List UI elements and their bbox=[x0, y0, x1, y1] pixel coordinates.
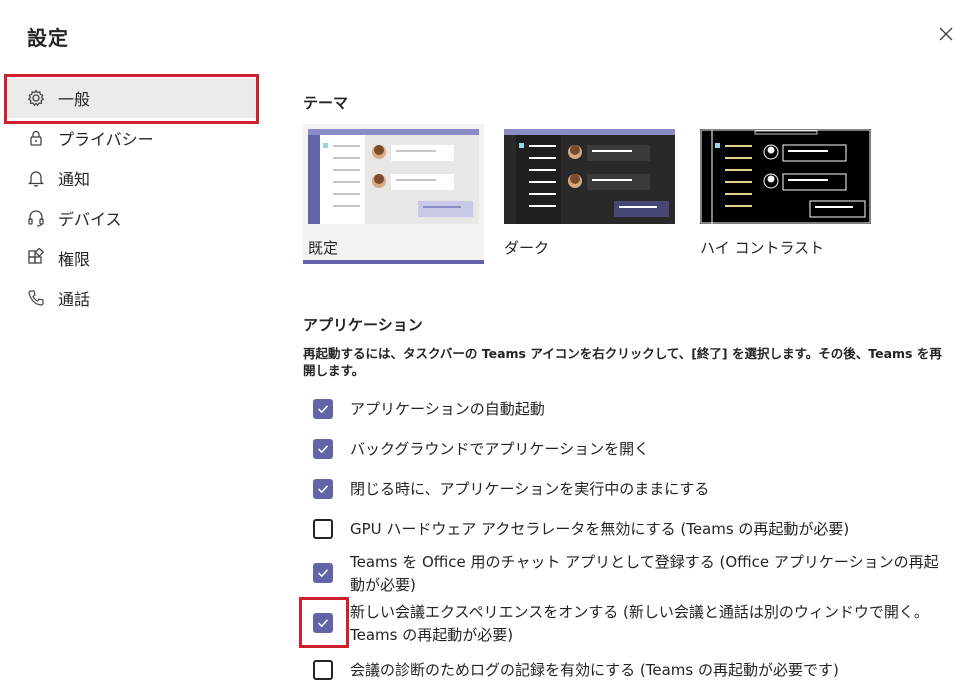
nav-item-label: デバイス bbox=[58, 210, 122, 229]
nav-item-devices[interactable]: デバイス bbox=[0, 198, 262, 238]
theme-label: 既定 bbox=[308, 239, 339, 257]
restart-description: 再起動するには、タスクバーの Teams アイコンを右クリックして、[終了] を… bbox=[303, 346, 942, 378]
nav-item-label: 一般 bbox=[58, 90, 91, 109]
check-icon bbox=[317, 445, 329, 454]
option-office-chat-app[interactable]: Teams を Office 用のチャット アプリとして登録する (Office… bbox=[313, 551, 950, 597]
option-label: アプリケーションの自動起動 bbox=[350, 400, 545, 418]
theme-heading: テーマ bbox=[303, 94, 349, 112]
option-keep-running[interactable]: 閉じる時に、アプリケーションを実行中のままにする bbox=[313, 478, 950, 501]
option-label: バックグラウンドでアプリケーションを開く bbox=[350, 440, 650, 458]
checkbox-checked[interactable] bbox=[313, 439, 333, 459]
theme-high-contrast[interactable]: ハイ コントラスト bbox=[695, 124, 876, 264]
theme-options: 既定 ダーク ハイ コントラスト bbox=[303, 124, 891, 264]
nav-item-general[interactable]: 一般 bbox=[6, 78, 258, 118]
theme-contrast-preview bbox=[700, 129, 871, 224]
option-label: GPU ハードウェア アクセラレータを無効にする (Teams の再起動が必要) bbox=[350, 520, 850, 538]
checkbox-checked[interactable] bbox=[313, 399, 333, 419]
option-open-background[interactable]: バックグラウンドでアプリケーションを開く bbox=[313, 438, 950, 461]
theme-dark[interactable]: ダーク bbox=[499, 124, 680, 264]
option-label: 新しい会議エクスペリエンスをオンする (新しい会議と通話は別のウィンドウで開く。… bbox=[350, 603, 929, 644]
theme-default[interactable]: 既定 bbox=[303, 124, 484, 264]
checkbox-checked[interactable] bbox=[313, 479, 333, 499]
lock-icon bbox=[26, 128, 46, 148]
nav-item-label: 権限 bbox=[58, 250, 91, 269]
nav-item-label: 通知 bbox=[58, 170, 91, 189]
theme-default-preview bbox=[308, 129, 479, 224]
theme-dark-preview bbox=[504, 129, 675, 224]
nav-item-privacy[interactable]: プライバシー bbox=[0, 118, 262, 158]
option-meeting-logging[interactable]: 会議の診断のためログの記録を有効にする (Teams の再起動が必要です) bbox=[313, 659, 950, 682]
apps-icon bbox=[26, 248, 46, 268]
check-icon bbox=[317, 569, 329, 578]
check-icon bbox=[317, 619, 329, 628]
option-label: 会議の診断のためログの記録を有効にする (Teams の再起動が必要です) bbox=[350, 661, 839, 679]
checkbox-checked[interactable] bbox=[313, 613, 333, 633]
nav-item-permissions[interactable]: 権限 bbox=[0, 238, 262, 278]
nav-item-calls[interactable]: 通話 bbox=[0, 278, 262, 318]
bell-icon bbox=[26, 168, 46, 188]
checkbox-unchecked[interactable] bbox=[313, 519, 333, 539]
theme-label: ダーク bbox=[504, 239, 550, 257]
theme-label: ハイ コントラスト bbox=[700, 239, 825, 257]
settings-nav: 一般 プライバシー 通知 デバイス 権限 通話 bbox=[0, 78, 262, 318]
headset-icon bbox=[26, 208, 46, 228]
option-label: Teams を Office 用のチャット アプリとして登録する (Office… bbox=[350, 553, 939, 594]
nav-item-label: プライバシー bbox=[58, 130, 154, 149]
nav-item-label: 通話 bbox=[58, 290, 91, 309]
option-disable-gpu[interactable]: GPU ハードウェア アクセラレータを無効にする (Teams の再起動が必要) bbox=[313, 518, 950, 541]
phone-icon bbox=[26, 288, 46, 308]
settings-title: 設定 bbox=[27, 26, 69, 50]
option-auto-start[interactable]: アプリケーションの自動起動 bbox=[313, 398, 950, 421]
close-icon[interactable] bbox=[936, 24, 956, 44]
checkbox-checked[interactable] bbox=[313, 563, 333, 583]
check-icon bbox=[317, 405, 329, 414]
gear-icon bbox=[26, 88, 46, 108]
option-label: 閉じる時に、アプリケーションを実行中のままにする bbox=[350, 480, 710, 498]
application-heading: アプリケーション bbox=[303, 316, 423, 334]
option-new-meeting-experience[interactable]: 新しい会議エクスペリエンスをオンする (新しい会議と通話は別のウィンドウで開く。… bbox=[313, 601, 950, 647]
check-icon bbox=[317, 485, 329, 494]
nav-item-notifications[interactable]: 通知 bbox=[0, 158, 262, 198]
checkbox-unchecked[interactable] bbox=[313, 660, 333, 680]
